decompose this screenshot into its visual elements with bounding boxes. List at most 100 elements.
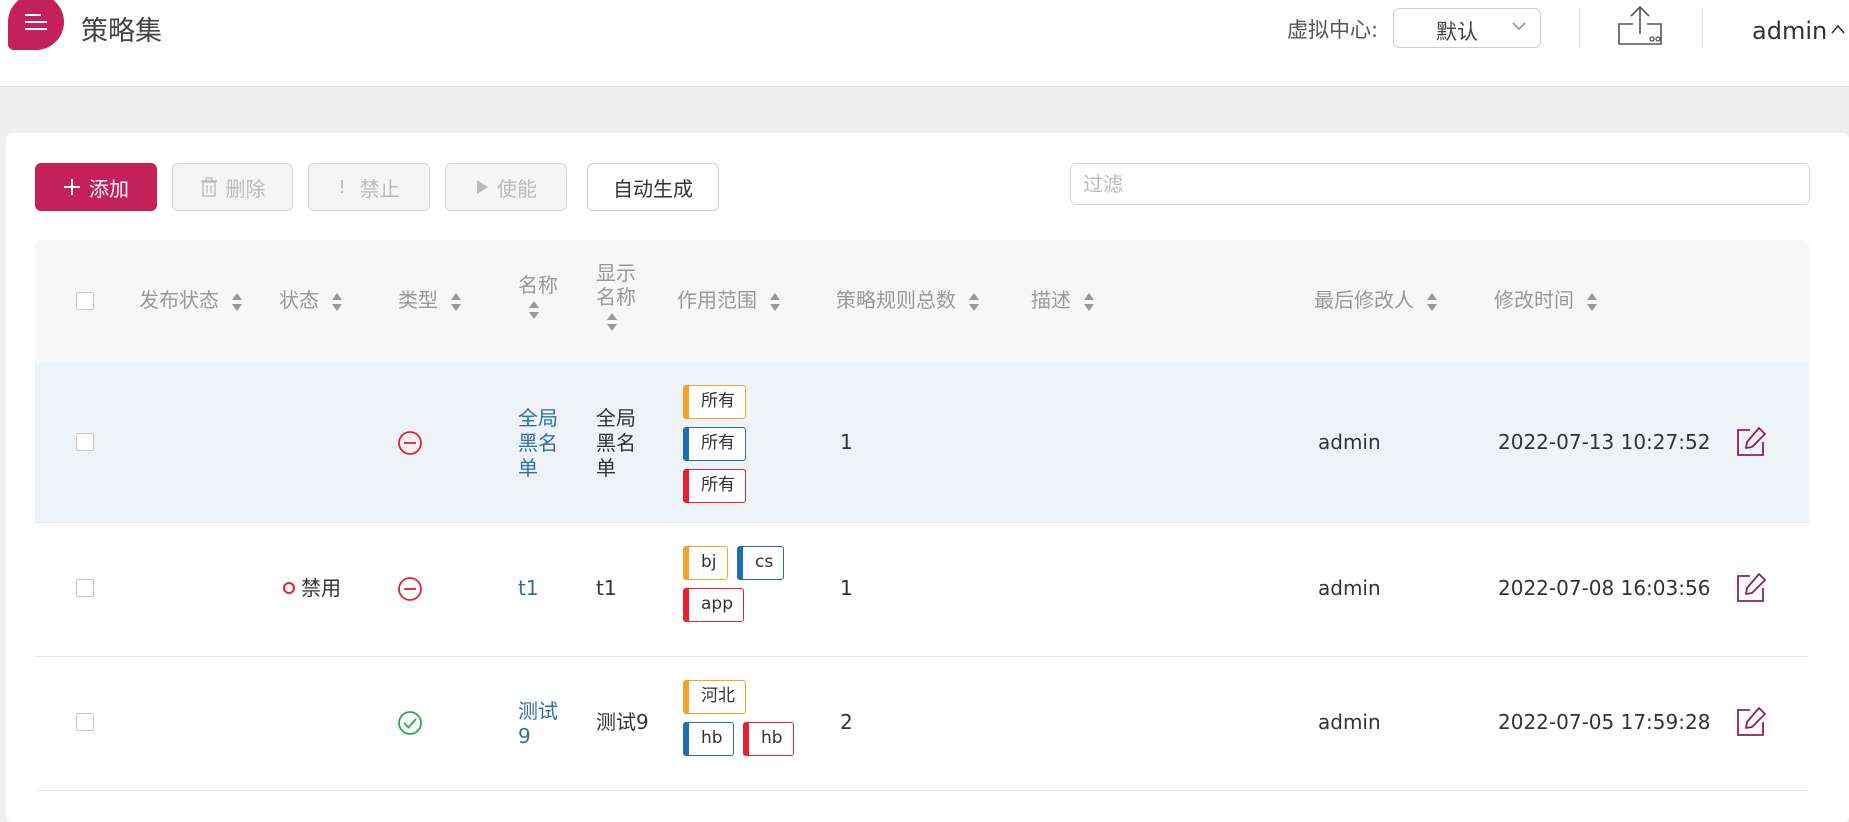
sort-icon — [1084, 292, 1095, 311]
disable-button-label: 禁止 — [359, 176, 400, 201]
disable-button[interactable]: ! 禁止 — [308, 163, 430, 211]
status-text: 禁用 — [301, 576, 341, 600]
column-last-modifier[interactable]: 最后修改人 — [1314, 288, 1438, 313]
edit-icon[interactable] — [1735, 426, 1767, 458]
scope-tag: 所有 — [683, 469, 746, 503]
row-checkbox[interactable] — [76, 579, 94, 597]
enable-button-label: 使能 — [497, 176, 537, 201]
column-type-label: 类型 — [398, 288, 438, 312]
upload-button[interactable] — [1616, 4, 1664, 48]
policy-name-line: 9 — [518, 724, 531, 748]
top-bar: 策略集 虚拟中心: 默认 admin — [0, 0, 1849, 87]
row-checkbox[interactable] — [76, 713, 94, 731]
block-icon — [398, 577, 422, 601]
sort-icon — [332, 292, 343, 311]
sort-icon — [529, 301, 539, 319]
policy-name-link[interactable]: 全局 黑名 单 — [518, 406, 558, 481]
policy-name-line: 全局 — [518, 406, 558, 430]
edit-icon[interactable] — [1735, 572, 1767, 604]
table-row[interactable]: 测试 9 测试9 河北 hb hb 2 admin 2022-07-05 17:… — [35, 656, 1809, 791]
delete-button[interactable]: 删除 — [172, 163, 293, 211]
filter-input[interactable] — [1070, 163, 1810, 205]
last-modifier: admin — [1318, 576, 1381, 600]
block-icon — [398, 431, 422, 455]
column-description-label: 描述 — [1031, 288, 1071, 312]
policy-name-link[interactable]: 测试 9 — [518, 699, 558, 749]
column-publish-status-label: 发布状态 — [139, 288, 219, 312]
column-rule-count-label: 策略规则总数 — [836, 288, 956, 312]
display-name-line: 黑名 — [596, 431, 636, 455]
scope-tag: hb — [743, 722, 794, 756]
column-last-modifier-label: 最后修改人 — [1314, 288, 1414, 312]
select-all-checkbox[interactable] — [76, 292, 94, 310]
add-button[interactable]: 添加 — [35, 163, 157, 211]
virtual-center-value: 默认 — [1436, 20, 1478, 44]
sort-icon — [232, 292, 243, 311]
page-title: 策略集 — [81, 16, 162, 47]
user-menu[interactable]: admin — [1752, 17, 1827, 45]
scope-tag: cs — [737, 546, 785, 580]
add-button-label: 添加 — [89, 176, 129, 201]
menu-icon — [25, 14, 47, 30]
column-rule-count[interactable]: 策略规则总数 — [836, 288, 980, 313]
chevron-down-icon — [1512, 22, 1526, 31]
table-row[interactable]: 全局 黑名 单 全局 黑名 单 所有 所有 所有 1 admin 2022-07… — [35, 362, 1809, 523]
scope-tag: hb — [683, 722, 734, 756]
display-name: 全局 黑名 单 — [596, 406, 636, 481]
policy-name-link[interactable]: t1 — [518, 576, 539, 601]
exclamation-icon: ! — [338, 176, 346, 198]
scope-tag: 所有 — [683, 427, 746, 461]
policy-name-line: 黑名 — [518, 431, 558, 455]
auto-generate-button[interactable]: 自动生成 — [587, 163, 719, 211]
play-icon — [477, 180, 488, 194]
status-cell: 禁用 — [283, 576, 341, 601]
column-scope-label: 作用范围 — [677, 288, 757, 312]
column-scope[interactable]: 作用范围 — [677, 288, 781, 313]
display-name-line: 单 — [596, 456, 616, 480]
virtual-center-select[interactable]: 默认 — [1393, 8, 1541, 48]
policy-set-panel: 添加 删除 ! 禁止 使能 自动生成 发布状态 状 — [6, 133, 1849, 822]
scope-tag: 河北 — [683, 680, 746, 714]
edit-icon[interactable] — [1735, 706, 1767, 738]
chevron-up-icon[interactable] — [1830, 23, 1846, 35]
table-header: 发布状态 状态 类型 名称 显示 名称 作用范围 策略规则总数 描述 最后修改人… — [35, 240, 1809, 362]
column-status[interactable]: 状态 — [279, 288, 343, 313]
upload-icon — [1618, 5, 1662, 45]
sort-icon — [451, 292, 462, 311]
sort-icon — [1427, 292, 1438, 311]
menu-toggle-button[interactable] — [8, 0, 64, 50]
column-name-label: 名称 — [518, 273, 558, 297]
header-divider — [1702, 8, 1703, 48]
plus-icon — [64, 179, 80, 195]
enable-button[interactable]: 使能 — [445, 163, 567, 211]
sort-icon — [607, 313, 617, 331]
column-display-name-label-2: 名称 — [596, 285, 636, 309]
column-modified-time[interactable]: 修改时间 — [1494, 288, 1598, 313]
last-modifier: admin — [1318, 430, 1381, 454]
column-status-label: 状态 — [279, 288, 319, 312]
header-divider — [1579, 8, 1580, 48]
scope-tag: app — [683, 588, 744, 622]
scope-tag: bj — [683, 546, 728, 580]
rule-count: 2 — [840, 710, 853, 734]
rule-count: 1 — [840, 576, 853, 600]
column-publish-status[interactable]: 发布状态 — [139, 288, 243, 313]
row-checkbox[interactable] — [76, 433, 94, 451]
trash-icon — [200, 177, 217, 197]
column-display-name-label-1: 显示 — [596, 261, 636, 285]
table-row[interactable]: 禁用 t1 t1 bj cs app 1 admin 2022-07-08 16… — [35, 522, 1809, 657]
sort-icon — [770, 292, 781, 311]
check-circle-icon — [398, 711, 422, 735]
sort-icon — [1587, 292, 1598, 311]
rule-count: 1 — [840, 430, 853, 454]
column-description[interactable]: 描述 — [1031, 288, 1095, 313]
column-name[interactable]: 名称 — [518, 273, 558, 321]
column-display-name[interactable]: 显示 名称 — [596, 261, 636, 333]
sort-icon — [969, 292, 980, 311]
policy-name-line: 测试 — [518, 699, 558, 723]
delete-button-label: 删除 — [225, 176, 266, 201]
column-modified-time-label: 修改时间 — [1494, 288, 1574, 312]
virtual-center-label: 虚拟中心: — [1287, 18, 1379, 42]
status-dot-icon — [283, 581, 295, 594]
column-type[interactable]: 类型 — [398, 288, 462, 313]
